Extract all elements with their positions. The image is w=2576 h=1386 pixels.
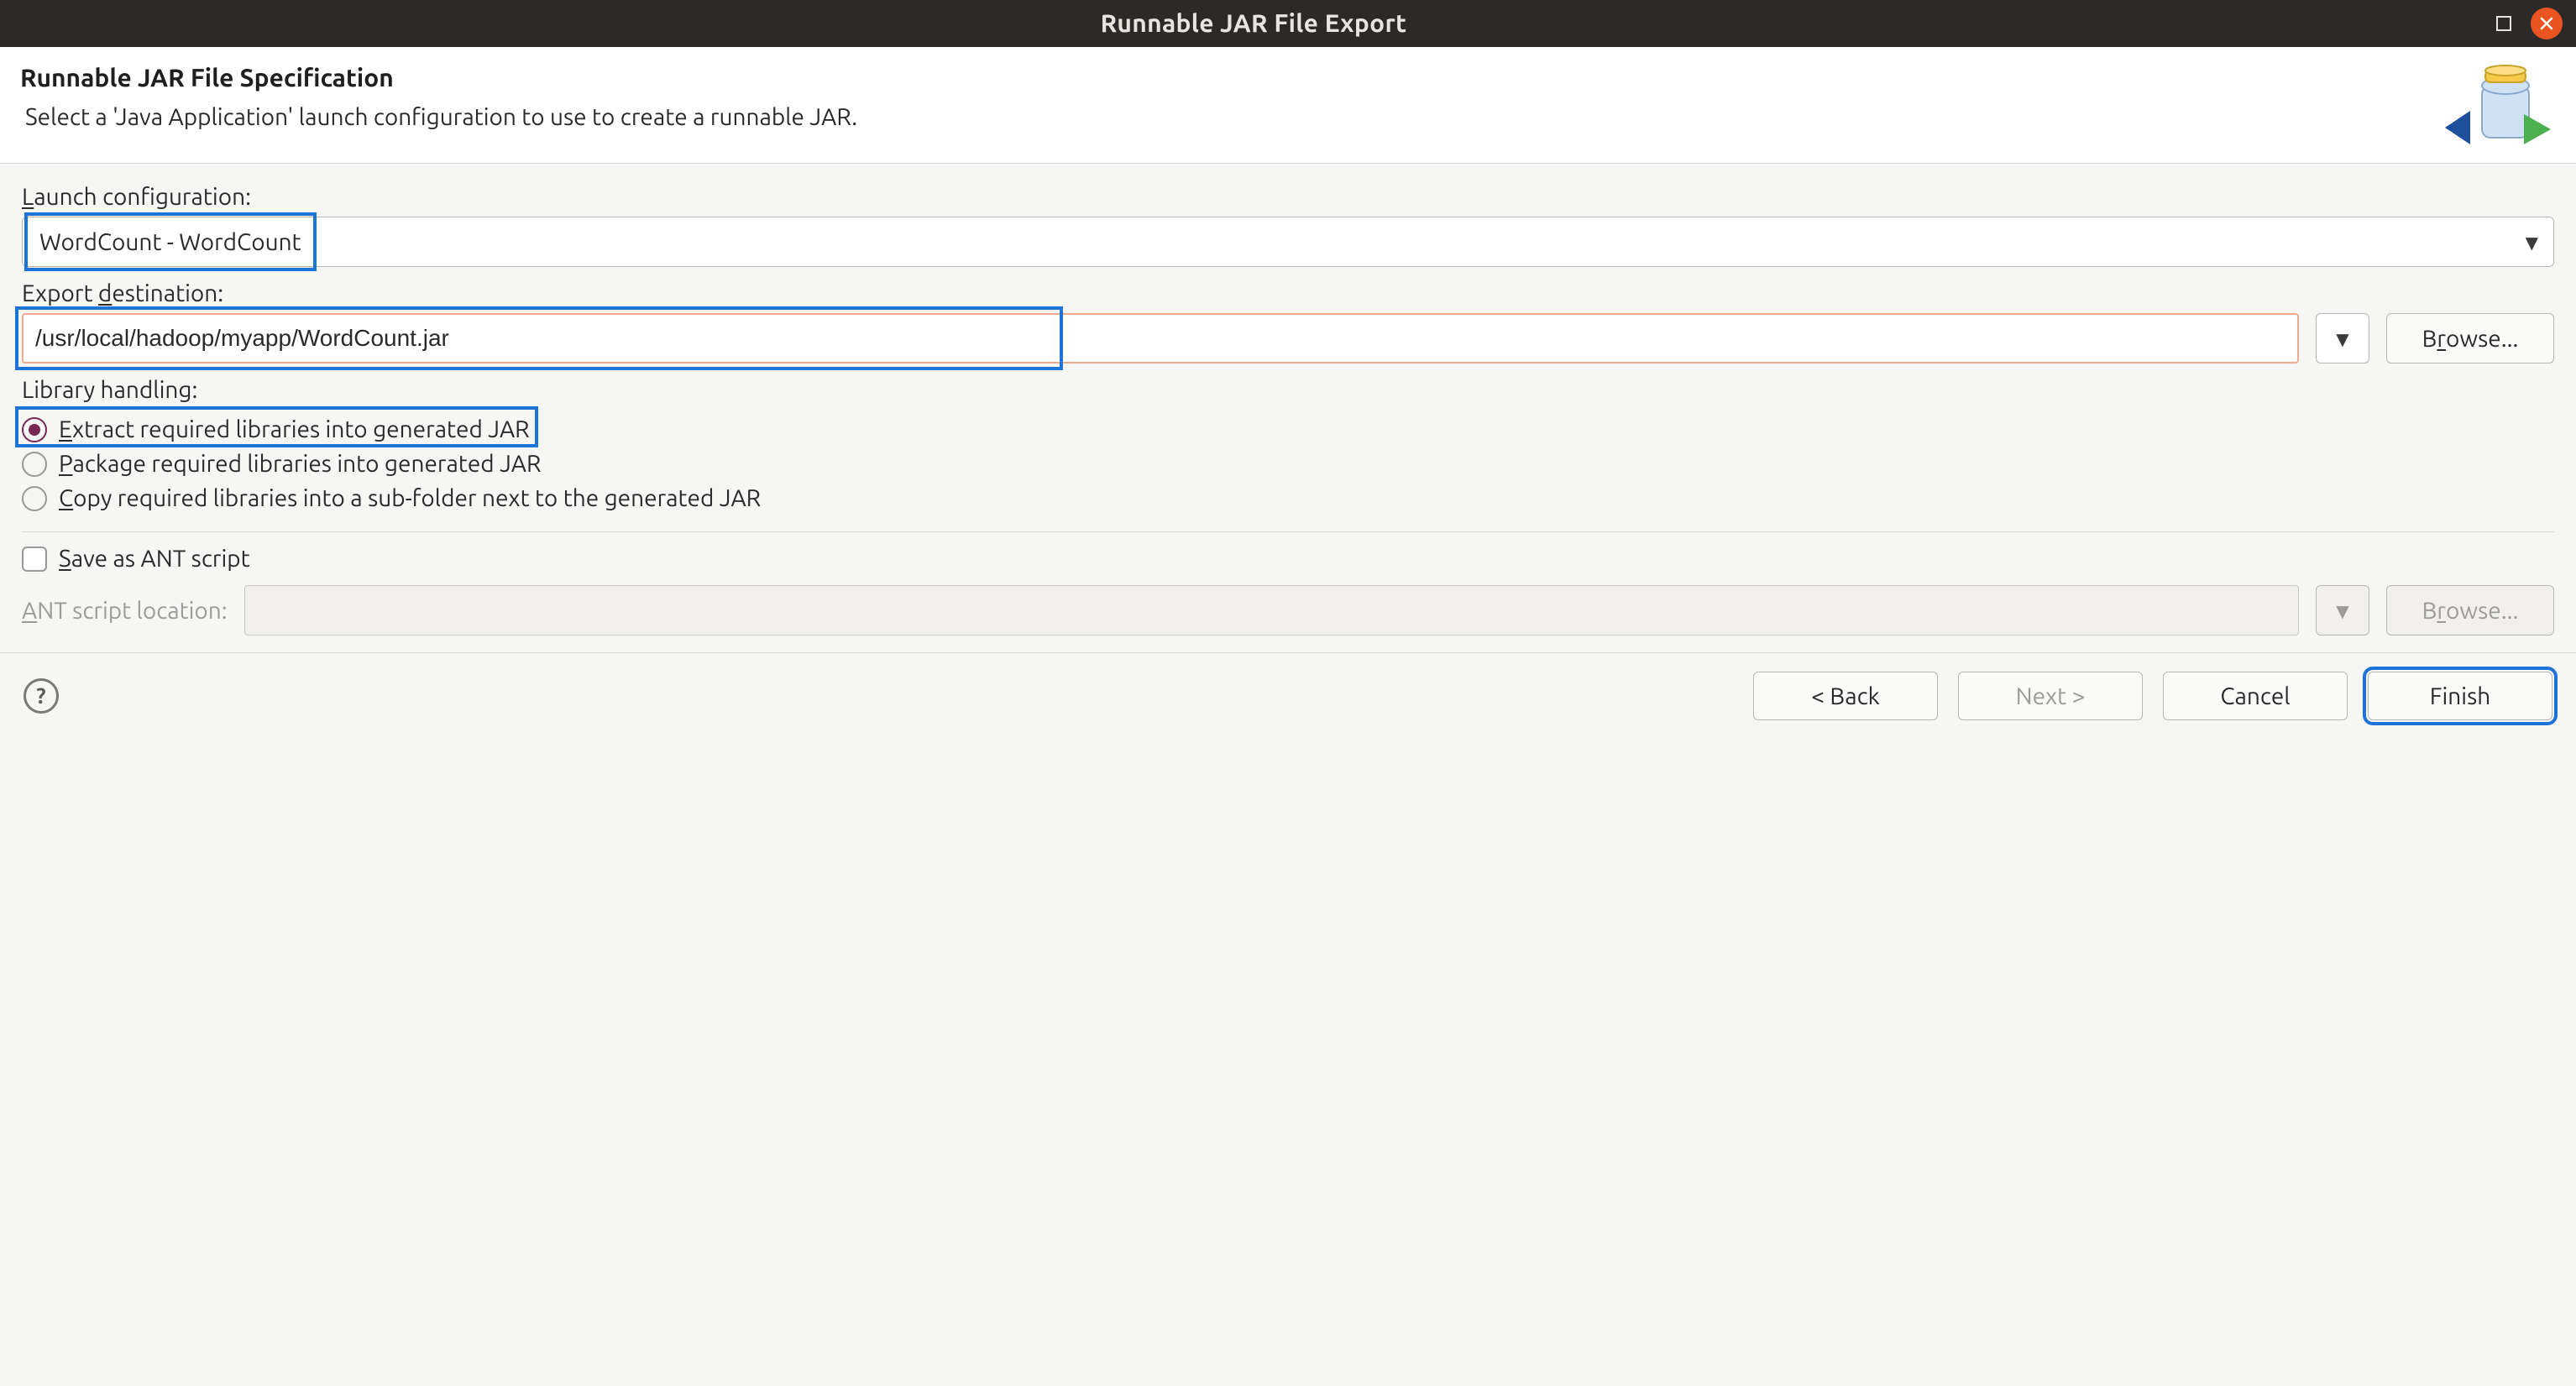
jar-export-icon bbox=[2438, 62, 2556, 146]
ant-script-location-input bbox=[244, 585, 2299, 635]
finish-button[interactable]: Finish bbox=[2368, 672, 2552, 720]
window-title: Runnable JAR File Export bbox=[13, 8, 2494, 39]
maximize-icon bbox=[2495, 15, 2512, 32]
banner-heading: Runnable JAR File Specification bbox=[20, 62, 2422, 94]
radio-icon bbox=[22, 417, 47, 442]
radio-copy-libs[interactable]: Copy required libraries into a sub-folde… bbox=[22, 484, 2554, 513]
separator bbox=[22, 531, 2554, 532]
export-destination-input[interactable] bbox=[22, 313, 2299, 363]
browse-export-button[interactable]: Browse... bbox=[2386, 313, 2554, 363]
help-icon: ? bbox=[36, 683, 45, 710]
radio-icon bbox=[22, 452, 47, 477]
save-ant-label: Save as ANT script bbox=[59, 544, 250, 573]
help-button[interactable]: ? bbox=[24, 678, 59, 714]
close-icon bbox=[2539, 16, 2554, 31]
ant-script-location-label: ANT script location: bbox=[22, 596, 228, 625]
save-ant-checkbox[interactable]: Save as ANT script bbox=[22, 544, 2554, 573]
radio-copy-label: Copy required libraries into a sub-folde… bbox=[59, 484, 761, 513]
launch-config-value: WordCount - WordCount bbox=[39, 228, 301, 257]
library-handling-label: Library handling: bbox=[22, 375, 2554, 405]
close-button[interactable] bbox=[2531, 8, 2563, 39]
checkbox-icon bbox=[22, 547, 47, 572]
launch-config-label: Launch configuration: bbox=[22, 182, 2554, 212]
next-button: Next > bbox=[1958, 672, 2143, 720]
wizard-banner: Runnable JAR File Specification Select a… bbox=[0, 47, 2576, 164]
chevron-down-icon: ▼ bbox=[2336, 600, 2348, 621]
banner-subheading: Select a 'Java Application' launch confi… bbox=[20, 102, 2422, 132]
browse-ant-button: Browse... bbox=[2386, 585, 2554, 635]
titlebar: Runnable JAR File Export bbox=[0, 0, 2576, 47]
radio-extract-libs[interactable]: Extract required libraries into generate… bbox=[22, 415, 530, 444]
window-controls bbox=[2494, 8, 2563, 39]
launch-config-combo[interactable]: WordCount - WordCount WordCount - WordCo… bbox=[22, 217, 2554, 267]
wizard-body: Launch configuration: WordCount - WordCo… bbox=[0, 164, 2576, 652]
back-button[interactable]: < Back bbox=[1753, 672, 1938, 720]
chevron-down-icon: ▼ bbox=[2526, 232, 2538, 253]
export-destination-label: Export destination: bbox=[22, 279, 2554, 308]
wizard-buttonbar: ? < Back Next > Cancel Finish bbox=[0, 652, 2576, 742]
chevron-down-icon: ▼ bbox=[2336, 328, 2348, 349]
radio-package-label: Package required libraries into generate… bbox=[59, 449, 541, 479]
radio-extract-label: Extract required libraries into generate… bbox=[59, 415, 530, 444]
radio-icon bbox=[22, 486, 47, 511]
radio-package-libs[interactable]: Package required libraries into generate… bbox=[22, 449, 2554, 479]
cancel-button[interactable]: Cancel bbox=[2163, 672, 2348, 720]
maximize-button[interactable] bbox=[2494, 13, 2514, 34]
ant-script-history-button: ▼ bbox=[2316, 585, 2369, 635]
export-destination-history-button[interactable]: ▼ bbox=[2316, 313, 2369, 363]
